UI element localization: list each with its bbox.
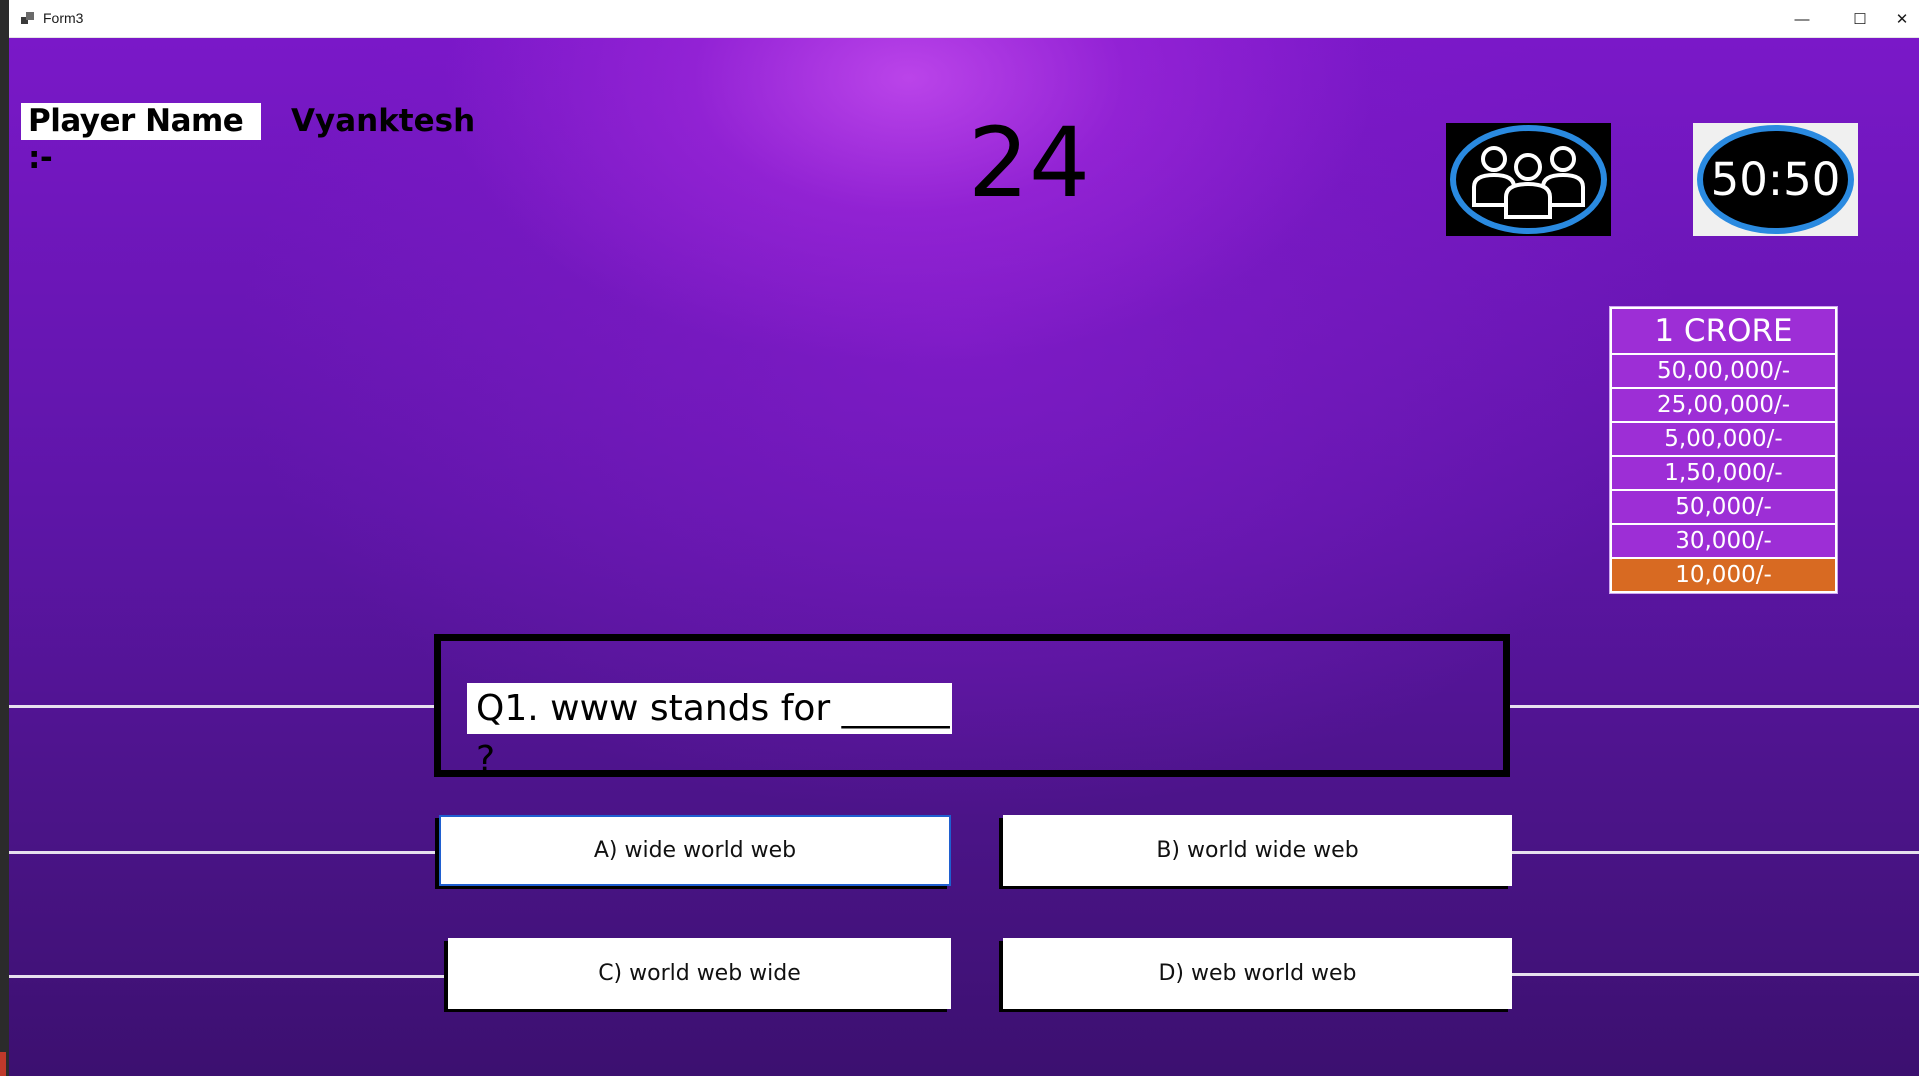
divider-line <box>1510 705 1919 708</box>
divider-line <box>1512 851 1919 854</box>
player-name-value: Vyanktesh <box>291 103 476 139</box>
countdown-timer: 24 <box>967 107 1091 219</box>
prize-level: 30,000/- <box>1612 525 1835 557</box>
prize-level: 50,00,000/- <box>1612 355 1835 387</box>
minimize-icon: — <box>1794 10 1810 28</box>
option-c-button[interactable]: C) world web wide <box>448 938 951 1009</box>
game-screen: Player Name :- Vyanktesh 24 50:50 1 CROR… <box>9 38 1919 1076</box>
close-button[interactable]: ✕ <box>1873 0 1919 38</box>
window-title: Form3 <box>43 10 84 26</box>
fifty-fifty-lifeline-button[interactable]: 50:50 <box>1693 123 1858 236</box>
prize-level: 50,000/- <box>1612 491 1835 523</box>
prize-level: 1,50,000/- <box>1612 457 1835 489</box>
window-title-bar: Form3 — ☐ ✕ <box>9 0 1919 38</box>
close-icon: ✕ <box>1895 11 1909 28</box>
audience-poll-lifeline-button[interactable] <box>1446 123 1611 236</box>
minimize-button[interactable]: — <box>1773 0 1831 38</box>
taskbar-edge <box>0 1052 6 1076</box>
fifty-fifty-label: 50:50 <box>1710 153 1841 206</box>
divider-line <box>9 851 439 854</box>
prize-level: 5,00,000/- <box>1612 423 1835 455</box>
prize-ladder: 1 CRORE 50,00,000/- 25,00,000/- 5,00,000… <box>1609 306 1838 594</box>
option-b-button[interactable]: B) world wide web <box>1003 815 1512 886</box>
prize-level-1-crore: 1 CRORE <box>1612 309 1835 353</box>
prize-level-current: 10,000/- <box>1612 559 1835 591</box>
question-text: Q1. www stands for ______ ? <box>467 683 952 780</box>
player-name-label: Player Name :- <box>21 103 261 176</box>
maximize-icon: ☐ <box>1853 11 1867 28</box>
audience-poll-icon <box>1450 125 1607 234</box>
option-d-button[interactable]: D) web world web <box>1003 938 1512 1009</box>
prize-level: 25,00,000/- <box>1612 389 1835 421</box>
app-icon <box>21 12 35 26</box>
option-a-button[interactable]: A) wide world web <box>439 815 951 886</box>
divider-line <box>1512 973 1919 976</box>
divider-line <box>9 975 448 978</box>
divider-line <box>9 705 434 708</box>
fifty-fifty-icon: 50:50 <box>1697 125 1854 234</box>
